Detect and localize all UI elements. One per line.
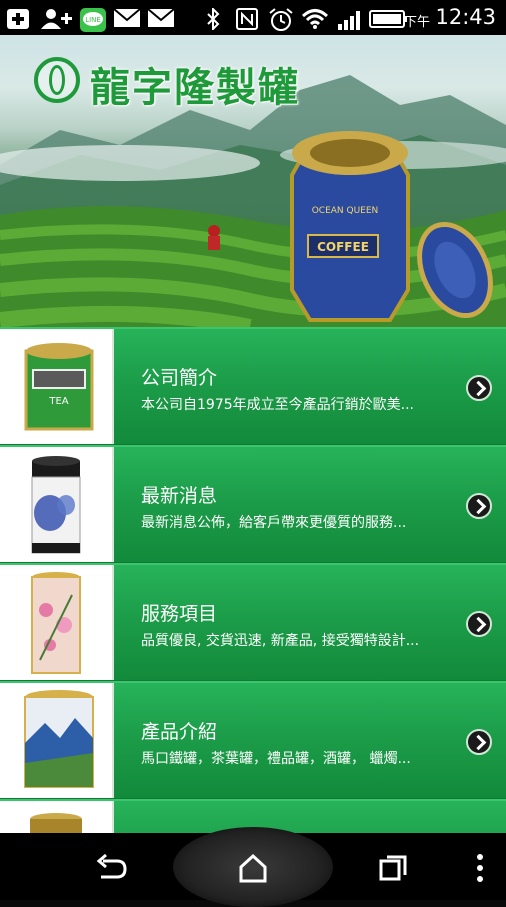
brand-logo-icon xyxy=(34,57,80,103)
menu-item-desc: 品質優良, 交貨迅速, 新產品, 接受獨特設計... xyxy=(141,633,420,649)
menu-item-title: 產品介紹 xyxy=(141,721,218,743)
chevron-right-icon[interactable] xyxy=(466,611,492,637)
status-ampm: 下午 xyxy=(403,15,430,30)
gold-tin-image xyxy=(0,801,112,833)
menu-item-desc: 本公司自1975年成立至今產品行銷於歐美... xyxy=(141,397,414,413)
product-thumbnail xyxy=(0,565,114,680)
add-contact-icon xyxy=(41,9,72,29)
recent-apps-icon[interactable] xyxy=(376,851,412,885)
menu-item-desc: 最新消息公佈，給客戶帶來更優質的服務... xyxy=(141,515,407,531)
menu-item-latest-news[interactable]: 最新消息 最新消息公佈，給客戶帶來更優質的服務... xyxy=(0,445,506,562)
menu-item-products[interactable]: 產品介紹 馬口鐵罐，茶葉罐，禮品罐，酒罐， 蠟燭... xyxy=(0,681,506,798)
svg-text:TEA: TEA xyxy=(48,396,68,407)
product-thumbnail: TEA xyxy=(0,329,114,444)
chevron-right-icon[interactable] xyxy=(466,729,492,755)
mountain-tea-tin-image xyxy=(0,683,112,798)
wifi-icon xyxy=(301,9,329,29)
product-thumbnail xyxy=(0,683,114,798)
porcelain-tin-image xyxy=(0,447,112,562)
line-app-icon: LINE xyxy=(80,8,106,32)
system-nav-bar xyxy=(0,827,506,907)
menu-item-title: 服務項目 xyxy=(141,603,218,625)
chevron-right-icon[interactable] xyxy=(466,375,492,401)
back-icon[interactable] xyxy=(93,851,129,885)
alarm-icon xyxy=(269,8,293,31)
bluetooth-icon xyxy=(207,8,220,30)
status-time: 12:43 xyxy=(435,5,496,29)
menu-item-title: 最新消息 xyxy=(141,485,218,507)
mail-icon xyxy=(147,8,175,27)
signal-icon xyxy=(338,11,360,30)
product-thumbnail xyxy=(0,447,114,562)
menu-item-desc: 馬口鐵罐，茶葉罐，禮品罐，酒罐， 蠟燭... xyxy=(141,751,411,767)
status-bar: LINE 下午 12:43 xyxy=(0,0,506,35)
home-icon[interactable] xyxy=(235,851,271,885)
floral-tea-tin-image xyxy=(0,565,112,680)
nfc-icon xyxy=(236,8,258,30)
mail-icon xyxy=(113,8,141,27)
menu-item-title: 公司簡介 xyxy=(141,367,218,389)
add-icon xyxy=(7,9,29,29)
menu-item-services[interactable]: 服務項目 品質優良, 交貨迅速, 新產品, 接受獨特設計... xyxy=(0,563,506,680)
svg-text:LINE: LINE xyxy=(85,16,101,24)
brand-name: 龍字隆製罐 xyxy=(90,64,300,111)
svg-text:COFFEE: COFFEE xyxy=(317,240,369,254)
green-tea-tin-image: TEA xyxy=(0,329,112,444)
chevron-right-icon[interactable] xyxy=(466,493,492,519)
menu-item-company-intro[interactable]: TEA 公司簡介 本公司自1975年成立至今產品行銷於歐美... xyxy=(0,327,506,444)
svg-text:OCEAN QUEEN: OCEAN QUEEN xyxy=(312,206,379,216)
menu-icon[interactable] xyxy=(462,851,498,885)
header-banner: COFFEE OCEAN QUEEN 龍字隆製罐 xyxy=(0,35,506,327)
menu-list[interactable]: TEA 公司簡介 本公司自1975年成立至今產品行銷於歐美... 最新消息 最新… xyxy=(0,327,506,833)
product-thumbnail xyxy=(0,801,114,833)
